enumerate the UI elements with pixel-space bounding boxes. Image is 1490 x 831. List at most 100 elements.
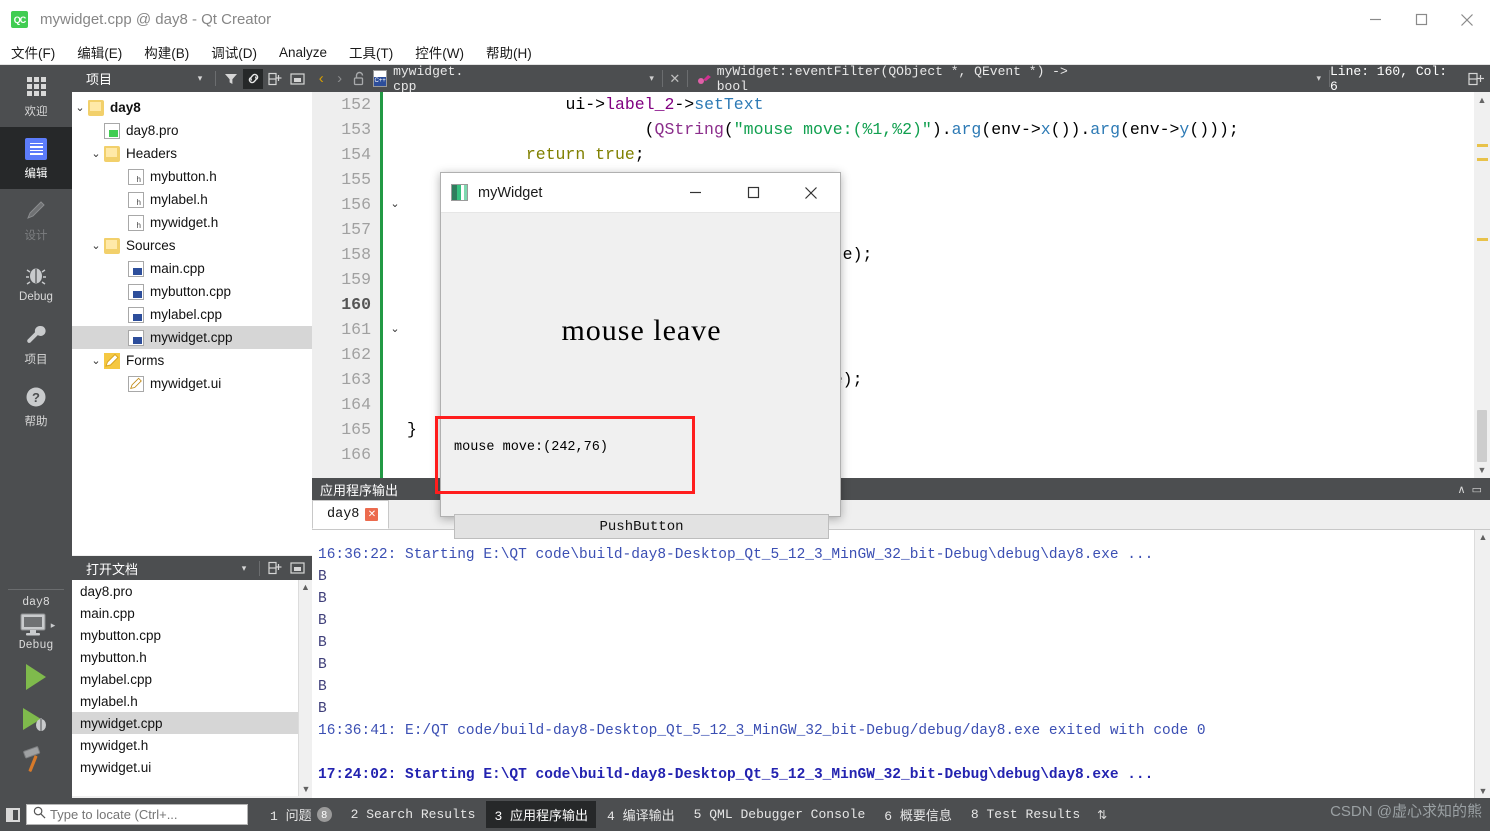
open-doc-item[interactable]: mybutton.cpp [72,624,312,646]
chevron-down-icon[interactable]: ⌄ [88,147,104,160]
menu-analyze[interactable]: Analyze [268,43,338,62]
fold-column[interactable]: ⌄ ⌄ [383,92,407,478]
output-tab-day8[interactable]: day8 ✕ [312,500,390,529]
open-doc-item-selected[interactable]: mywidget.cpp [72,712,312,734]
tree-item-main-cpp[interactable]: main.cpp [72,257,312,280]
open-doc-item[interactable]: mywidget.ui [72,756,312,778]
mode-help[interactable]: ? 帮助 [0,375,72,437]
mywidget-dialog[interactable]: myWidget mouse leave mouse move:(242,76)… [435,172,841,539]
fold-marker-161[interactable]: ⌄ [383,317,407,342]
scroll-down-icon[interactable]: ▼ [1475,784,1490,798]
menu-file[interactable]: 文件(F) [0,40,66,64]
close-pane-icon[interactable]: ▭ [1472,483,1482,496]
build-button[interactable] [0,746,72,774]
open-doc-item[interactable]: mylabel.cpp [72,668,312,690]
chevron-down-icon[interactable]: ▾ [649,73,654,84]
dialog-maximize-button[interactable] [724,173,782,213]
nav-back-button[interactable]: ‹ [312,70,330,87]
close-editor-button[interactable]: ✕ [663,71,687,87]
maximize-button[interactable] [1398,0,1444,40]
minimize-button[interactable] [1352,0,1398,40]
run-button[interactable] [0,664,72,690]
maximize-pane-icon[interactable]: ∧ [1458,483,1466,496]
tree-item-day8-pro[interactable]: day8.pro [72,119,312,142]
status-item-test-results[interactable]: 8 Test Results [963,803,1088,826]
tree-item-sources[interactable]: ⌄ Sources [72,234,312,257]
chevron-down-icon[interactable]: ▾ [1317,73,1322,84]
chevron-down-icon[interactable]: ⌄ [88,239,104,252]
tree-item-headers[interactable]: ⌄ Headers [72,142,312,165]
chevron-down-icon[interactable]: ⌄ [88,354,104,367]
mode-debug[interactable]: Debug [0,251,72,313]
mode-projects[interactable]: 项目 [0,313,72,375]
filter-icon[interactable] [221,69,241,89]
menu-tools[interactable]: 工具(T) [338,40,404,64]
menu-build[interactable]: 构建(B) [133,40,200,64]
output-console[interactable]: 16:36:22: Starting E:\QT code\build-day8… [312,530,1490,798]
nav-forward-button[interactable]: › [330,70,348,87]
status-item-qml-debugger[interactable]: 5 QML Debugger Console [686,803,874,826]
close-panel-icon[interactable] [287,558,307,578]
status-item-app-output[interactable]: 3 应用程序输出 [486,801,597,828]
tree-item-mylabel-h[interactable]: mylabel.h [72,188,312,211]
unlocked-icon[interactable] [349,71,369,86]
view-combo-caret-icon[interactable]: ▾ [190,69,210,89]
status-item-search-results[interactable]: 2 Search Results [343,803,484,826]
debug-button[interactable] [0,706,72,732]
dialog-minimize-button[interactable] [666,173,724,213]
close-button[interactable] [1444,0,1490,40]
menu-debug[interactable]: 调试(D) [200,40,268,64]
pane-updown-icon[interactable]: ⇅ [1097,808,1107,822]
menu-edit[interactable]: 编辑(E) [66,40,133,64]
mode-welcome[interactable]: 欢迎 [0,65,72,127]
tree-item-mybutton-cpp[interactable]: mybutton.cpp [72,280,312,303]
scrollbar-thumb[interactable] [1477,410,1487,462]
tree-item-mylabel-cpp[interactable]: mylabel.cpp [72,303,312,326]
status-item-general-messages[interactable]: 6 概要信息 [876,801,960,828]
menu-widgets[interactable]: 控件(W) [404,40,475,64]
search-input[interactable] [50,807,232,822]
open-documents-scrollbar[interactable]: ▲ ▼ [298,580,312,796]
tree-item-day8[interactable]: ⌄ day8 [72,96,312,119]
split-icon[interactable] [265,69,285,89]
open-doc-item[interactable]: main.cpp [72,602,312,624]
scroll-down-icon[interactable]: ▼ [1474,462,1490,478]
dialog-close-button[interactable] [782,173,840,213]
tree-item-mywidget-ui[interactable]: mywidget.ui [72,372,312,395]
open-doc-item[interactable]: mybutton.h [72,646,312,668]
open-doc-item[interactable]: mylabel.h [72,690,312,712]
mode-edit[interactable]: 编辑 [0,127,72,189]
editor-symbol-name[interactable]: myWidget::eventFilter(QObject *, QEvent … [717,64,1077,94]
project-tree[interactable]: ⌄ day8 day8.pro ⌄ Headers mybutton.h myl… [72,92,312,555]
push-button[interactable]: PushButton [454,514,829,539]
tree-item-forms[interactable]: ⌄ Forms [72,349,312,372]
kit-selector[interactable]: day8 ▸ Debug [0,596,72,652]
close-icon[interactable]: ✕ [365,508,379,521]
output-scrollbar[interactable]: ▲ ▼ [1474,530,1490,798]
close-panel-icon[interactable] [287,69,307,89]
tree-item-mybutton-h[interactable]: mybutton.h [72,165,312,188]
tree-item-mywidget-cpp[interactable]: mywidget.cpp [72,326,312,349]
open-doc-item[interactable]: mywidget.h [72,734,312,756]
scroll-down-icon[interactable]: ▼ [299,782,312,796]
open-doc-item[interactable]: day8.pro [72,580,312,602]
menu-help[interactable]: 帮助(H) [475,40,543,64]
mode-design[interactable]: 设计 [0,189,72,251]
chevron-down-icon[interactable]: ⌄ [72,101,88,114]
locator[interactable] [26,804,248,825]
editor-vertical-scrollbar[interactable]: ▲ ▼ [1474,92,1490,478]
scroll-up-icon[interactable]: ▲ [1475,530,1490,544]
status-item-compile-output[interactable]: 4 编译输出 [599,801,683,828]
split-editor-icon[interactable] [1462,72,1490,86]
editor-file-combo[interactable]: mywidget. cpp ▾ [373,64,662,94]
view-combo-caret-icon[interactable]: ▾ [234,558,254,578]
scroll-up-icon[interactable]: ▲ [299,580,312,594]
status-item-issues[interactable]: 1 问题 8 [262,801,340,828]
tree-item-mywidget-h[interactable]: mywidget.h [72,211,312,234]
split-icon[interactable] [265,558,285,578]
fold-marker-156[interactable]: ⌄ [383,192,407,217]
open-documents-list[interactable]: day8.pro main.cpp mybutton.cpp mybutton.… [72,580,312,796]
sidebar-toggle-icon[interactable] [0,807,26,822]
link-icon[interactable] [243,68,263,89]
scroll-up-icon[interactable]: ▲ [1474,92,1490,108]
